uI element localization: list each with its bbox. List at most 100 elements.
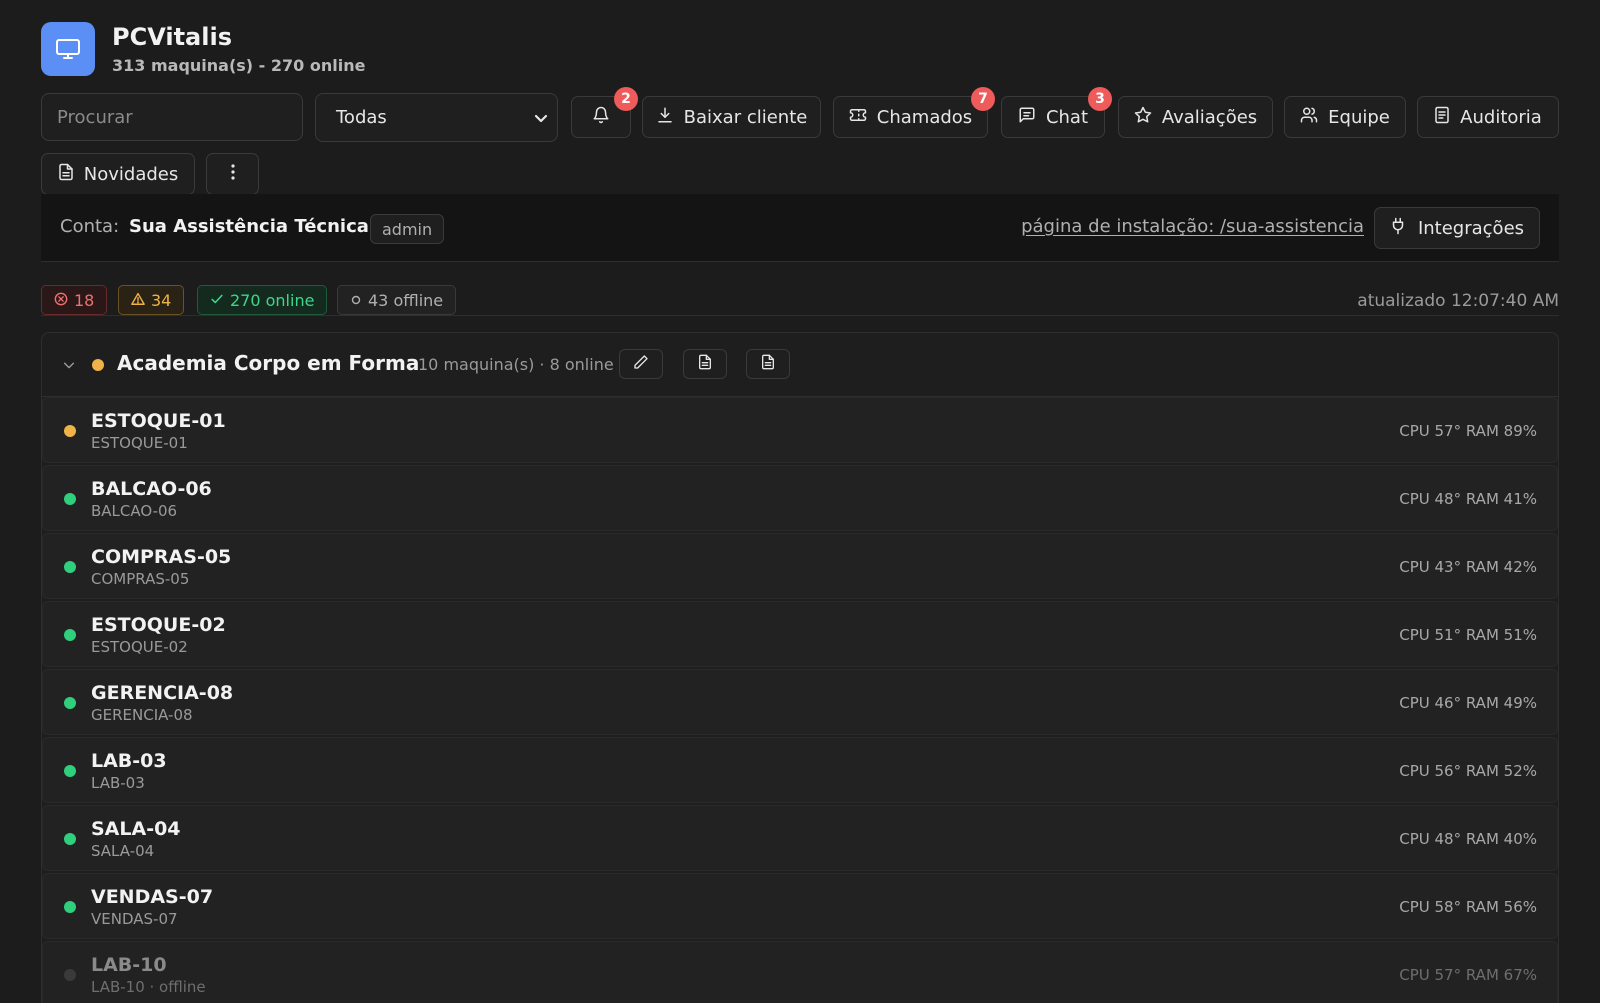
online-count-pill[interactable]: 270 online xyxy=(197,285,328,315)
monitor-icon xyxy=(41,22,95,76)
notifications-button[interactable]: 2 xyxy=(571,87,638,138)
group-card: Academia Corpo em Forma 10 maquina(s) · … xyxy=(41,332,1559,1003)
machine-hostname: SALA-04 xyxy=(91,842,155,860)
machine-name: ESTOQUE-01 xyxy=(91,410,226,432)
chat-button[interactable]: Chat 3 xyxy=(1001,87,1112,138)
machine-name: GERENCIA-08 xyxy=(91,682,234,704)
chevron-down-icon xyxy=(533,110,549,131)
machine-row[interactable]: ESTOQUE-02 ESTOQUE-02 CPU 51° RAM 51% xyxy=(42,601,1558,667)
machine-name: ESTOQUE-02 xyxy=(91,614,226,636)
machine-name: LAB-10 xyxy=(91,954,167,976)
check-icon xyxy=(210,291,224,310)
machine-status-dot xyxy=(64,969,76,981)
circle-icon xyxy=(350,291,362,310)
team-label: Equipe xyxy=(1328,106,1390,128)
filter-select-value: Todas xyxy=(336,107,387,128)
machine-stats: CPU 56° RAM 52% xyxy=(1399,762,1537,780)
machine-name: COMPRAS-05 xyxy=(91,546,232,568)
machine-hostname: COMPRAS-05 xyxy=(91,570,190,588)
app-title: PCVitalis xyxy=(112,23,232,51)
machine-name: SALA-04 xyxy=(91,818,181,840)
file-text-icon xyxy=(761,354,775,374)
machine-stats: CPU 51° RAM 51% xyxy=(1399,626,1537,644)
machine-hostname: BALCAO-06 xyxy=(91,502,178,520)
machine-hostname: LAB-10 · offline xyxy=(91,978,206,996)
machine-stats: CPU 57° RAM 67% xyxy=(1399,966,1537,984)
star-icon xyxy=(1134,106,1152,129)
machine-stats: CPU 46° RAM 49% xyxy=(1399,694,1537,712)
more-options-button[interactable] xyxy=(206,153,259,195)
warning-count-pill[interactable]: 34 xyxy=(118,285,185,315)
machine-hostname: ESTOQUE-02 xyxy=(91,638,188,656)
machine-status-dot xyxy=(64,629,76,641)
offline-count-pill[interactable]: 43 offline xyxy=(337,285,457,315)
reviews-button[interactable]: Avaliações xyxy=(1118,96,1273,138)
machine-name: VENDAS-07 xyxy=(91,886,214,908)
download-icon xyxy=(656,106,674,129)
machine-stats: CPU 58° RAM 56% xyxy=(1399,898,1537,916)
machine-status-dot xyxy=(64,833,76,845)
users-icon xyxy=(1300,106,1318,129)
download-client-label: Baixar cliente xyxy=(683,106,808,128)
team-button[interactable]: Equipe xyxy=(1284,96,1406,138)
tickets-badge: 7 xyxy=(971,87,995,111)
account-bar: Conta: Sua Assistência Técnica admin pág… xyxy=(41,194,1559,262)
news-button[interactable]: Novidades xyxy=(41,153,195,195)
machine-row[interactable]: GERENCIA-08 GERENCIA-08 CPU 46° RAM 49% xyxy=(42,669,1558,735)
integrations-button[interactable]: Integrações xyxy=(1374,207,1540,249)
group-header[interactable]: Academia Corpo em Forma 10 maquina(s) · … xyxy=(42,333,1558,397)
chat-badge: 3 xyxy=(1088,87,1112,111)
machine-name: BALCAO-06 xyxy=(91,478,212,500)
machine-list: ESTOQUE-01 ESTOQUE-01 CPU 57° RAM 89% BA… xyxy=(42,397,1558,1003)
install-page-link[interactable]: página de instalação: /sua-assistencia xyxy=(1021,216,1364,237)
filter-select[interactable]: Todas xyxy=(315,93,558,142)
news-label: Novidades xyxy=(83,163,179,185)
app-header: PCVitalis 313 maquina(s) - 270 online xyxy=(41,22,641,76)
audit-button[interactable]: Auditoria xyxy=(1417,96,1559,138)
machine-row[interactable]: LAB-10 LAB-10 · offline CPU 57° RAM 67% xyxy=(42,941,1558,1003)
chat-label: Chat xyxy=(1045,106,1089,128)
group-export-button[interactable] xyxy=(746,349,790,379)
machine-status-dot xyxy=(64,561,76,573)
account-role-badge: admin xyxy=(370,214,445,244)
download-client-button[interactable]: Baixar cliente xyxy=(642,96,821,138)
machine-row[interactable]: VENDAS-07 VENDAS-07 CPU 58° RAM 56% xyxy=(42,873,1558,939)
machine-hostname: GERENCIA-08 xyxy=(91,706,193,724)
group-name: Academia Corpo em Forma xyxy=(117,351,420,375)
machine-stats: CPU 48° RAM 41% xyxy=(1399,490,1537,508)
x-circle-icon xyxy=(54,291,68,310)
online-count: 270 online xyxy=(230,290,315,310)
tickets-button[interactable]: Chamados 7 xyxy=(833,87,995,138)
account-name: Sua Assistência Técnica xyxy=(129,216,369,237)
machine-row[interactable]: COMPRAS-05 COMPRAS-05 CPU 43° RAM 42% xyxy=(42,533,1558,599)
app-subtitle: 313 maquina(s) - 270 online xyxy=(112,56,366,75)
file-text-icon xyxy=(58,163,74,186)
machine-name: LAB-03 xyxy=(91,750,167,772)
offline-count: 43 offline xyxy=(368,290,444,310)
chevron-down-icon[interactable] xyxy=(62,357,76,376)
pencil-icon xyxy=(633,354,649,374)
search-input[interactable] xyxy=(41,93,303,141)
machine-status-dot xyxy=(64,425,76,437)
tickets-label: Chamados xyxy=(876,106,973,128)
bell-icon xyxy=(592,106,610,129)
chat-icon xyxy=(1018,106,1036,129)
edit-group-button[interactable] xyxy=(619,349,663,379)
file-text-icon xyxy=(698,354,712,374)
ticket-icon xyxy=(849,106,867,129)
machine-row[interactable]: ESTOQUE-01 ESTOQUE-01 CPU 57° RAM 89% xyxy=(42,397,1558,463)
machine-status-dot xyxy=(64,901,76,913)
warning-triangle-icon xyxy=(131,291,145,310)
group-status-dot xyxy=(92,359,104,371)
group-report-button[interactable] xyxy=(683,349,727,379)
critical-count: 18 xyxy=(74,290,95,310)
critical-count-pill[interactable]: 18 xyxy=(41,285,108,315)
integrations-label: Integrações xyxy=(1417,217,1525,239)
notifications-badge: 2 xyxy=(614,87,638,111)
document-icon xyxy=(1434,106,1450,129)
machine-row[interactable]: BALCAO-06 BALCAO-06 CPU 48° RAM 41% xyxy=(42,465,1558,531)
audit-label: Auditoria xyxy=(1460,106,1542,128)
machine-row[interactable]: SALA-04 SALA-04 CPU 48° RAM 40% xyxy=(42,805,1558,871)
machine-row[interactable]: LAB-03 LAB-03 CPU 56° RAM 52% xyxy=(42,737,1558,803)
machine-hostname: VENDAS-07 xyxy=(91,910,178,928)
